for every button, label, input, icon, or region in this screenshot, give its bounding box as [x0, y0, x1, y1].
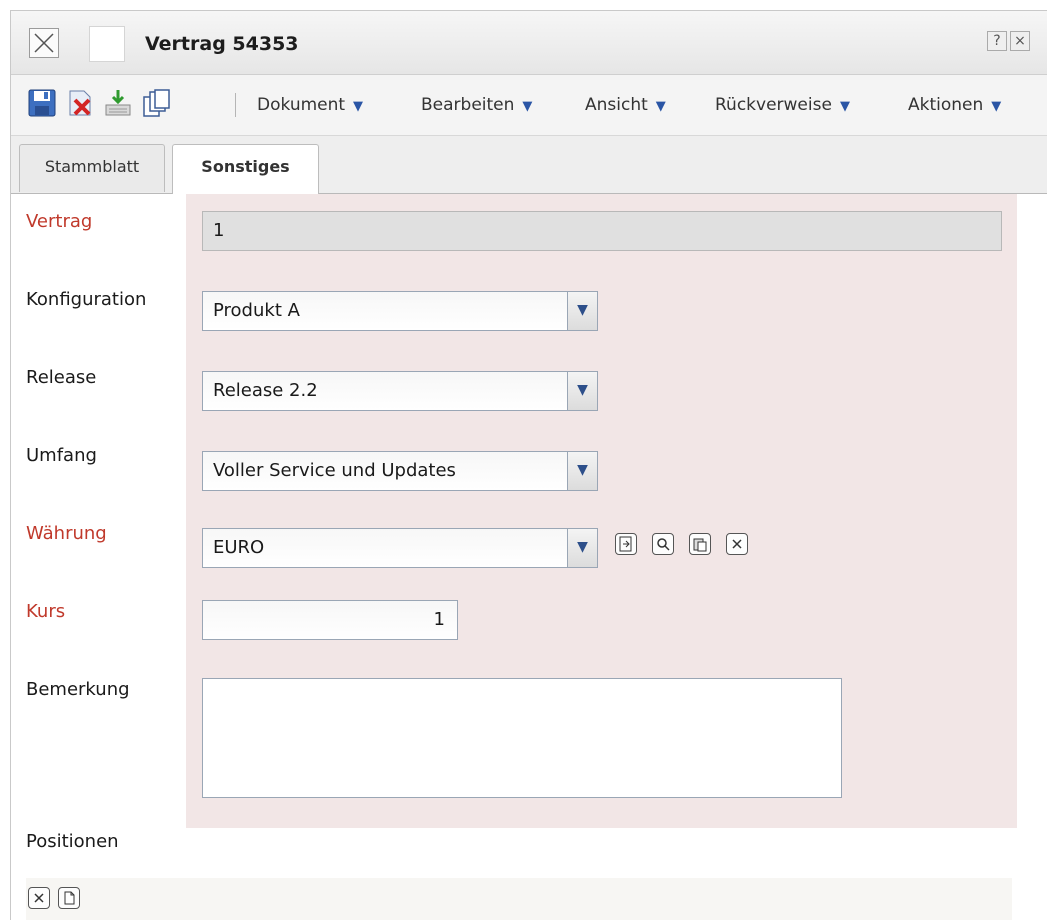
chevron-down-icon: ▼: [991, 99, 1002, 114]
chevron-down-icon: ▼: [655, 99, 666, 114]
label-kurs: Kurs: [26, 601, 66, 622]
label-positionen: Positionen: [26, 831, 119, 852]
menu-dokument[interactable]: Dokument ▼: [257, 95, 363, 115]
document-thumbnail: [89, 26, 125, 62]
toolbar-separator: [235, 93, 236, 117]
window-title: Vertrag 54353: [145, 33, 299, 55]
label-vertrag: Vertrag: [26, 211, 93, 232]
delete-icon[interactable]: [65, 88, 95, 118]
paste-icon[interactable]: [689, 533, 711, 555]
title-bar: Vertrag 54353 ? ×: [11, 11, 1047, 75]
chevron-down-icon: ▼: [522, 99, 533, 114]
help-button[interactable]: ?: [987, 31, 1007, 51]
chevron-down-icon[interactable]: ▼: [567, 292, 597, 330]
label-release: Release: [26, 367, 97, 388]
menu-bearbeiten[interactable]: Bearbeiten ▼: [421, 95, 532, 115]
label-konfiguration: Konfiguration: [26, 289, 147, 310]
label-bemerkung: Bemerkung: [26, 679, 130, 700]
kurs-field[interactable]: 1: [202, 600, 458, 640]
copy-icon[interactable]: [141, 88, 171, 118]
menu-rueckverweise[interactable]: Rückverweise ▼: [715, 95, 850, 115]
chevron-down-icon: ▼: [839, 99, 850, 114]
chevron-down-icon[interactable]: ▼: [567, 452, 597, 490]
release-select[interactable]: Release 2.2 ▼: [202, 371, 598, 411]
import-icon[interactable]: [103, 88, 133, 118]
chevron-down-icon[interactable]: ▼: [567, 372, 597, 410]
release-value: Release 2.2: [213, 380, 318, 401]
bemerkung-textarea[interactable]: [202, 678, 842, 798]
close-button[interactable]: ×: [1010, 31, 1030, 51]
vertrag-field[interactable]: 1: [202, 211, 1002, 251]
close-window-button[interactable]: [29, 28, 59, 58]
waehrung-select[interactable]: EURO ▼: [202, 528, 598, 568]
tab-stammblatt[interactable]: Stammblatt: [19, 144, 165, 192]
menu-ansicht[interactable]: Ansicht ▼: [585, 95, 666, 115]
menu-aktionen[interactable]: Aktionen ▼: [908, 95, 1001, 115]
new-position-icon[interactable]: [58, 887, 80, 909]
close-icon: [34, 33, 54, 53]
remove-position-icon[interactable]: [28, 887, 50, 909]
chevron-down-icon[interactable]: ▼: [567, 529, 597, 567]
clear-icon[interactable]: [726, 533, 748, 555]
tab-bar: Stammblatt Sonstiges: [11, 136, 1047, 194]
open-record-icon[interactable]: [615, 533, 637, 555]
konfiguration-value: Produkt A: [213, 300, 300, 321]
tab-sonstiges[interactable]: Sonstiges: [172, 144, 319, 194]
contract-window: Vertrag 54353 ? × Dokument ▼ Bearbeiten …: [10, 10, 1047, 920]
search-icon[interactable]: [652, 533, 674, 555]
chevron-down-icon: ▼: [353, 99, 364, 114]
positionen-toolbar: [26, 878, 1012, 920]
umfang-value: Voller Service und Updates: [213, 460, 456, 481]
umfang-select[interactable]: Voller Service und Updates ▼: [202, 451, 598, 491]
save-icon[interactable]: [27, 88, 57, 118]
konfiguration-select[interactable]: Produkt A ▼: [202, 291, 598, 331]
label-umfang: Umfang: [26, 445, 97, 466]
waehrung-value: EURO: [213, 537, 265, 558]
toolbar: Dokument ▼ Bearbeiten ▼ Ansicht ▼ Rückverwe…: [11, 75, 1047, 136]
label-waehrung: Währung: [26, 523, 107, 544]
